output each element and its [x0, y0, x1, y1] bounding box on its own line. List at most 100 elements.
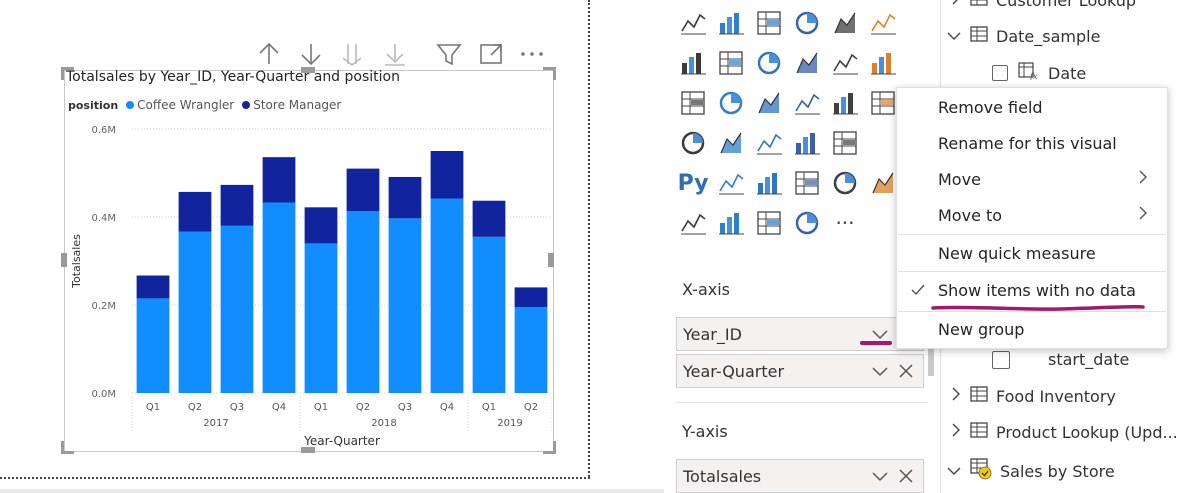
bar-segment-coffee-wrangler[interactable] — [388, 218, 422, 393]
menu-item-new-quick-measure[interactable]: New quick measure — [897, 236, 1167, 270]
menu-item-move[interactable]: Move — [897, 162, 1167, 196]
table-icon — [970, 458, 992, 484]
more-options-icon[interactable] — [521, 52, 543, 56]
power-automate-icon[interactable] — [792, 208, 822, 238]
field-date[interactable]: fx Date — [992, 62, 1086, 84]
table-date-sample[interactable]: Date_sample — [946, 26, 1100, 46]
chevron-down-icon[interactable] — [946, 27, 966, 46]
key-influencers-icon[interactable] — [716, 168, 746, 198]
bar-segment-store-manager[interactable] — [346, 168, 380, 212]
remove-field-icon[interactable] — [897, 467, 915, 489]
bar-segment-coffee-wrangler[interactable] — [472, 236, 506, 393]
checkbox[interactable] — [992, 350, 1010, 369]
chevron-right-icon[interactable] — [950, 0, 966, 10]
bar-segment-store-manager[interactable] — [304, 207, 338, 244]
bar-segment-coffee-wrangler[interactable] — [178, 231, 212, 393]
legend-entry[interactable]: Store Manager — [253, 98, 341, 112]
card-icon[interactable] — [868, 88, 898, 118]
bar-segment-coffee-wrangler[interactable] — [514, 307, 548, 393]
checkbox[interactable] — [992, 65, 1008, 81]
menu-item-remove-field[interactable]: Remove field — [897, 90, 1167, 124]
xaxis-field-year-quarter[interactable]: Year-Quarter — [676, 354, 924, 388]
remove-field-icon[interactable] — [897, 362, 915, 384]
ribbon-chart-icon[interactable] — [868, 8, 898, 38]
legend-marker-store-manager — [242, 101, 251, 109]
chevron-down-icon[interactable] — [946, 462, 966, 481]
bar-segment-coffee-wrangler[interactable] — [430, 198, 464, 393]
arcgis-icon[interactable] — [716, 208, 746, 238]
bar-segment-coffee-wrangler[interactable] — [220, 225, 254, 393]
bar-segment-store-manager[interactable] — [220, 184, 254, 226]
python-visual-icon[interactable]: Py — [678, 168, 709, 198]
scatter-chart-icon[interactable] — [754, 48, 784, 78]
pie-chart-icon[interactable] — [792, 48, 822, 78]
double-arrow-down-icon[interactable] — [342, 44, 362, 67]
menu-item-new-group[interactable]: New group — [897, 312, 1167, 346]
focus-mode-icon[interactable] — [480, 44, 502, 64]
gauge-icon[interactable] — [830, 88, 860, 118]
menu-separator — [898, 234, 1166, 235]
shape-map-icon[interactable] — [754, 88, 784, 118]
menu-item-rename[interactable]: Rename for this visual — [897, 126, 1167, 160]
azure-map-icon[interactable] — [792, 88, 822, 118]
more-visuals-icon[interactable]: ··· — [830, 208, 860, 238]
qa-icon[interactable] — [792, 168, 822, 198]
table-customer-lookup[interactable]: Customer Lookup — [950, 0, 1136, 10]
decomposition-tree-icon[interactable] — [754, 168, 784, 198]
chevron-right-icon[interactable] — [950, 422, 966, 442]
bar-segment-store-manager[interactable] — [388, 176, 422, 219]
bar-segment-store-manager[interactable] — [178, 191, 212, 232]
bar-segment-coffee-wrangler[interactable] — [262, 202, 296, 393]
waterfall-chart-icon[interactable] — [678, 48, 708, 78]
chevron-right-icon — [1137, 204, 1149, 227]
bar-segment-store-manager[interactable] — [136, 275, 170, 299]
paginated-report-icon[interactable] — [868, 168, 898, 198]
bar-segment-store-manager[interactable] — [262, 157, 296, 203]
area-chart-icon[interactable] — [716, 8, 746, 38]
chevron-down-icon[interactable] — [871, 362, 889, 384]
table-sales-by-store[interactable]: Sales by Store — [946, 458, 1115, 484]
canvas-scrollbar[interactable] — [0, 489, 664, 493]
table-product-lookup[interactable]: Product Lookup (Upd... — [950, 422, 1178, 442]
xaxis-field-year-id[interactable]: Year_ID — [676, 317, 924, 351]
line-chart-icon[interactable] — [678, 8, 708, 38]
bar-segment-coffee-wrangler[interactable] — [346, 211, 380, 393]
funnel-icon[interactable] — [716, 48, 746, 78]
yaxis-field-totalsales[interactable]: Totalsales — [676, 459, 924, 493]
map-icon[interactable] — [678, 88, 708, 118]
arrow-up-icon[interactable] — [259, 42, 279, 64]
legend-entry[interactable]: Coffee Wrangler — [137, 98, 234, 112]
multi-row-card-icon[interactable] — [716, 128, 746, 158]
treemap-icon[interactable] — [868, 48, 898, 78]
filled-map-icon[interactable] — [716, 88, 746, 118]
line-stacked-column-icon[interactable] — [830, 8, 860, 38]
line-clustered-column-icon[interactable] — [792, 8, 822, 38]
report-icon[interactable] — [678, 208, 708, 238]
field-start-date[interactable]: start_date — [992, 350, 1129, 369]
chevron-right-icon[interactable] — [950, 386, 966, 406]
chevron-down-icon[interactable] — [871, 467, 889, 489]
chart-title: Totalsales by Year_ID, Year-Quarter and … — [66, 69, 400, 85]
table-icon[interactable] — [792, 128, 822, 158]
bar-segment-store-manager[interactable] — [430, 151, 464, 199]
filter-icon[interactable] — [436, 44, 462, 66]
svg-text:fx: fx — [1029, 72, 1038, 80]
smart-narrative-icon[interactable] — [830, 168, 860, 198]
bar-segment-coffee-wrangler[interactable] — [136, 298, 170, 393]
power-apps-icon[interactable] — [754, 208, 784, 238]
bar-segment-store-manager[interactable] — [472, 200, 506, 237]
menu-item-move-to[interactable]: Move to — [897, 198, 1167, 232]
matrix-icon[interactable] — [830, 128, 860, 158]
arrow-down-icon[interactable] — [301, 44, 321, 66]
resize-corner-top-right[interactable] — [543, 67, 556, 80]
table-food-inventory[interactable]: Food Inventory — [950, 386, 1116, 406]
expand-all-down-icon[interactable] — [385, 44, 405, 66]
y-axis-label: Totalsales — [70, 234, 83, 289]
bar-segment-coffee-wrangler[interactable] — [304, 243, 338, 393]
donut-chart-icon[interactable] — [830, 48, 860, 78]
bar-segment-store-manager[interactable] — [514, 287, 548, 308]
kpi-icon[interactable] — [678, 128, 708, 158]
annotation-underline-chevron — [860, 341, 892, 345]
slicer-icon[interactable] — [754, 128, 784, 158]
stacked-area-icon[interactable] — [754, 8, 784, 38]
